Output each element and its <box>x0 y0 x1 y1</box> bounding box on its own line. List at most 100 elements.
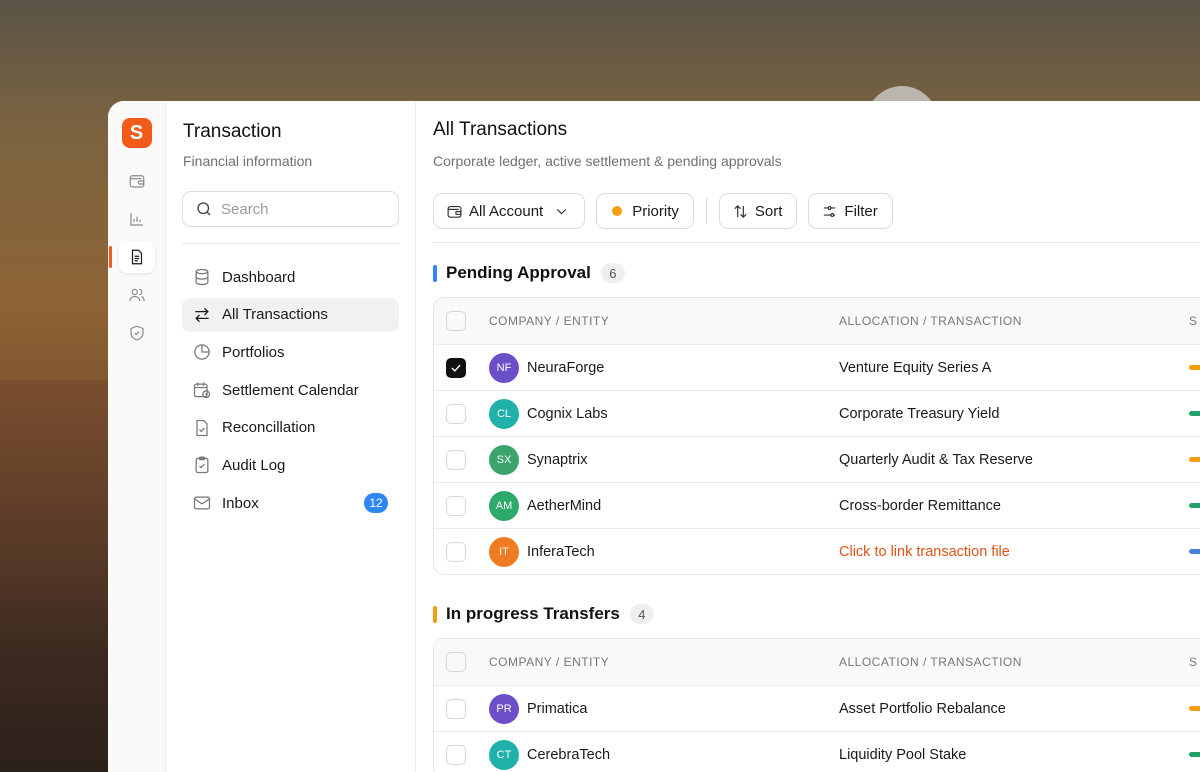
rail-document-button[interactable] <box>108 241 155 273</box>
table-row[interactable]: NF NeuraForge Venture Equity Series A <box>434 344 1200 390</box>
table-row[interactable]: AM AetherMind Cross-border Remittance <box>434 482 1200 528</box>
section-header: Pending Approval 6 <box>433 263 1200 283</box>
sidebar-item-dashboard[interactable]: Dashboard <box>182 260 399 294</box>
clipboard-check-icon <box>195 456 209 474</box>
row-checkbox[interactable] <box>446 744 466 765</box>
sidebar-item-settlement-calendar[interactable]: Settlement Calendar <box>182 373 399 407</box>
status-cell <box>1189 549 1200 554</box>
mail-icon <box>193 496 211 510</box>
rail-chart-button[interactable] <box>119 203 155 235</box>
allocation-cell: Quarterly Audit & Tax Reserve <box>839 451 1033 468</box>
table-row[interactable]: PR Primatica Asset Portfolio Rebalance <box>434 685 1200 731</box>
status-cell <box>1189 365 1200 370</box>
company-name: AetherMind <box>527 497 602 514</box>
search-placeholder: Search <box>221 200 269 218</box>
sort-label: Sort <box>754 202 783 220</box>
sort-button[interactable]: Sort <box>718 193 798 229</box>
background-terrain <box>0 380 120 772</box>
transaction-sections: Pending Approval 6 COMPANY / ENTITY ALLOCAT… <box>433 263 1200 772</box>
toolbar: All Account Priority Sort Filter <box>433 193 1200 229</box>
sidebar-item-reconcillation[interactable]: Reconcillation <box>182 411 399 445</box>
rail-shield-button[interactable] <box>119 317 155 349</box>
priority-button[interactable]: Priority <box>596 193 694 229</box>
sidebar-title: Transaction <box>183 121 282 142</box>
search-icon <box>197 202 211 216</box>
wallet-icon <box>447 205 462 218</box>
file-check-icon <box>196 419 208 436</box>
status-cell <box>1189 752 1200 757</box>
row-checkbox[interactable] <box>446 449 466 470</box>
main-divider <box>433 242 1200 243</box>
row-checkbox[interactable] <box>446 403 466 424</box>
sidebar-item-label: Audit Log <box>222 456 286 474</box>
entity-cell: AM AetherMind <box>489 490 839 521</box>
table-row[interactable]: CL Cognix Labs Corporate Treasury Yield <box>434 390 1200 436</box>
column-header-allocation[interactable]: ALLOCATION / TRANSACTION <box>839 314 1189 328</box>
column-header-allocation[interactable]: ALLOCATION / TRANSACTION <box>839 655 1189 669</box>
section-count-badge: 4 <box>629 604 654 624</box>
company-name: Cognix Labs <box>527 405 608 422</box>
sidebar-subtitle: Financial information <box>183 153 313 169</box>
inbox-count-badge: 12 <box>364 493 388 514</box>
arrows-swap-icon <box>195 307 209 322</box>
sidebar-item-audit-log[interactable]: Audit Log <box>182 448 399 482</box>
select-all-checkbox[interactable] <box>446 652 466 672</box>
allocation-cell: Liquidity Pool Stake <box>839 746 967 763</box>
check-icon <box>451 364 461 372</box>
sidebar-item-portfolios[interactable]: Portfolios <box>182 335 399 369</box>
rail-wallet-button[interactable] <box>119 165 155 197</box>
sidebar-item-all-transactions[interactable]: All Transactions <box>182 297 399 332</box>
wallet-icon <box>129 175 144 188</box>
status-indicator <box>1189 752 1200 757</box>
table-row[interactable]: IT InferaTech Click to link transaction fi… <box>434 528 1200 574</box>
sliders-icon <box>824 205 836 217</box>
column-header-status[interactable]: S <box>1189 655 1200 669</box>
allocation-cell: Corporate Treasury Yield <box>839 405 1000 422</box>
column-header-entity[interactable]: COMPANY / ENTITY <box>489 655 839 669</box>
avatar: IT <box>489 536 519 567</box>
company-name: Synaptrix <box>527 451 588 468</box>
page-title: All Transactions <box>433 119 568 140</box>
document-icon <box>131 249 142 265</box>
company-name: InferaTech <box>527 543 595 560</box>
sidebar-item-label: Inbox <box>222 494 259 512</box>
select-all-checkbox[interactable] <box>446 311 466 331</box>
sidebar-item-label: All Transactions <box>222 306 328 324</box>
users-icon <box>128 288 145 302</box>
section-title: Pending Approval <box>446 263 591 282</box>
avatar: AM <box>489 490 519 521</box>
column-header-entity[interactable]: COMPANY / ENTITY <box>489 314 839 328</box>
chart-icon <box>129 213 143 226</box>
table-row[interactable]: SX Synaptrix Quarterly Audit & Tax Reserve <box>434 436 1200 482</box>
column-header-status[interactable]: S <box>1189 314 1200 328</box>
sidebar-item-label: Settlement Calendar <box>222 381 359 399</box>
row-checkbox[interactable] <box>446 495 466 516</box>
chevron-down-icon <box>557 208 567 214</box>
row-checkbox[interactable] <box>446 541 466 562</box>
status-indicator <box>1189 706 1200 711</box>
search-input[interactable]: Search <box>182 191 399 227</box>
status-indicator <box>1189 457 1200 462</box>
section-header: In progress Transfers 4 <box>433 604 1200 624</box>
entity-cell: IT InferaTech <box>489 536 839 567</box>
account-dropdown[interactable]: All Account <box>433 193 586 229</box>
calendar-clock-icon <box>193 382 211 399</box>
table-header-row: COMPANY / ENTITY ALLOCATION / TRANSACTION… <box>434 639 1200 685</box>
sidebar-item-inbox[interactable]: Inbox 12 <box>182 486 399 520</box>
table-row[interactable]: CT CerebraTech Liquidity Pool Stake <box>434 731 1200 772</box>
allocation-cell: Asset Portfolio Rebalance <box>839 700 1006 717</box>
sidebar-item-label: Dashboard <box>222 268 296 286</box>
link-transaction-file-link[interactable]: Click to link transaction file <box>839 544 1189 560</box>
row-checkbox[interactable] <box>446 357 466 378</box>
app-logo[interactable]: S <box>121 118 152 148</box>
company-name: NeuraForge <box>527 359 605 376</box>
status-indicator <box>1189 549 1200 554</box>
rail-users-button[interactable] <box>119 279 155 311</box>
shield-icon <box>129 325 144 341</box>
row-checkbox[interactable] <box>446 698 466 719</box>
filter-button[interactable]: Filter <box>808 193 893 229</box>
allocation-cell: Cross-border Remittance <box>839 497 1001 514</box>
sidebar-item-label: Portfolios <box>222 343 285 361</box>
priority-dot-icon <box>612 206 623 216</box>
avatar: SX <box>489 444 519 475</box>
